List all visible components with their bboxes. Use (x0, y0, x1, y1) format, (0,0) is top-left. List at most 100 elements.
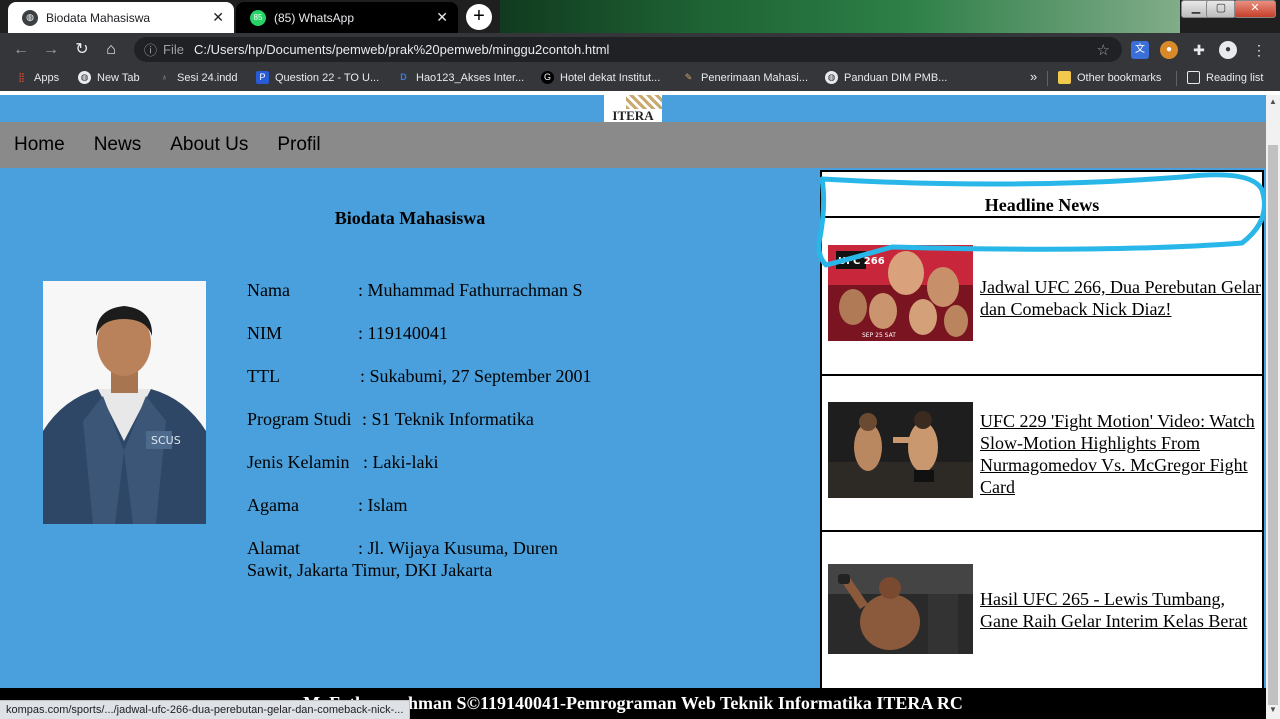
scroll-up-icon[interactable]: ▲ (1269, 97, 1277, 106)
bio-value: : Laki-laki (363, 452, 439, 472)
bookmark-new-tab[interactable]: ◍ New Tab (78, 71, 140, 84)
back-icon[interactable]: ← (10, 39, 32, 61)
bio-label: Nama (247, 280, 290, 300)
bio-value: : 119140041 (358, 323, 448, 343)
tab-biodata[interactable]: ◍ Biodata Mahasiswa ✕ (8, 2, 234, 33)
puzzle-icon[interactable]: ✚ (1190, 41, 1208, 59)
page-scrollbar[interactable]: ▲ ▼ (1266, 95, 1280, 719)
bookmark-hotel[interactable]: G Hotel dekat Institut... (541, 71, 660, 84)
bookmark-hao123[interactable]: D Hao123_Akses Inter... (397, 71, 524, 84)
logo-text: ITERA (612, 108, 654, 122)
extension-icon[interactable]: ● (1160, 41, 1178, 59)
scrollbar-thumb[interactable] (1268, 145, 1278, 705)
d-icon: D (400, 72, 407, 82)
bookmark-panduan[interactable]: ◍ Panduan DIM PMB... (825, 71, 947, 84)
maximize-button[interactable]: ▢ (1206, 0, 1236, 18)
reading-list[interactable]: Reading list (1187, 71, 1263, 84)
svg-text:SCUS: SCUS (151, 434, 181, 447)
scroll-down-icon[interactable]: ▼ (1269, 705, 1277, 714)
bio-label: NIM (247, 323, 282, 343)
bookmark-label: Penerimaan Mahasi... (701, 71, 808, 84)
bio-label: Jenis Kelamin (247, 452, 350, 472)
bio-value: : Islam (358, 495, 408, 515)
folder-icon (1058, 71, 1071, 84)
url-text[interactable]: C:/Users/hp/Documents/pemweb/prak%20pemw… (194, 42, 609, 57)
pin-icon: ♁ (161, 72, 168, 82)
whatsapp-icon: 85 (250, 9, 266, 26)
bookmark-label: Reading list (1206, 71, 1264, 84)
news-item: UFC 229 'Fight Motion' Video: Watch Slow… (822, 376, 1262, 532)
news-thumbnail[interactable] (828, 402, 973, 498)
globe-icon: ◍ (825, 71, 838, 84)
close-window-button[interactable]: ✕ (1234, 0, 1276, 18)
news-link[interactable]: Hasil UFC 265 - Lewis Tumbang, Gane Raih… (980, 588, 1262, 632)
nav-profil[interactable]: Profil (277, 134, 320, 156)
header-banner: ITERA (0, 95, 1266, 122)
nav-about-us[interactable]: About Us (170, 134, 248, 156)
apps-grid-icon: ⣿ (18, 72, 25, 82)
bio-value: : Jl. Wijaya Kusuma, Duren (358, 538, 558, 558)
feather-icon: ✎ (684, 72, 693, 82)
nav-home[interactable]: Home (14, 134, 65, 156)
biodata-title: Biodata Mahasiswa (334, 208, 486, 228)
bookmark-question[interactable]: P Question 22 - TO U... (256, 71, 379, 84)
profile-avatar-icon[interactable]: ● (1219, 41, 1237, 59)
bio-value: : S1 Teknik Informatika (362, 409, 534, 429)
news-item: Hasil UFC 265 - Lewis Tumbang, Gane Raih… (822, 532, 1262, 688)
bookmark-penerimaan[interactable]: ✎ Penerimaan Mahasi... (682, 71, 808, 84)
globe-icon: ◍ (22, 9, 38, 26)
bio-label: Alamat (247, 538, 300, 558)
translate-extension-icon[interactable]: 文 (1131, 41, 1149, 59)
g-icon: G (541, 71, 554, 84)
browser-toolbar: ← → ↻ ⌂ ⓘ File C:/Users/hp/Documents/pem… (0, 33, 1280, 66)
page-viewport: ITERA Home News About Us Profil Biodata … (0, 95, 1266, 719)
address-bar[interactable]: ⓘ File C:/Users/hp/Documents/pemweb/prak… (134, 37, 1122, 62)
forward-icon[interactable]: → (40, 39, 62, 61)
bookmark-label: Hao123_Akses Inter... (416, 71, 525, 84)
close-tab-icon[interactable]: ✕ (212, 9, 224, 26)
site-navbar: Home News About Us Profil (0, 122, 1266, 168)
bookmark-label: Apps (34, 71, 60, 84)
news-link[interactable]: Jadwal UFC 266, Dua Perebutan Gelar dan … (980, 276, 1262, 320)
tab-title: (85) WhatsApp (274, 10, 355, 25)
headline-news-panel: Headline News UFC 266 SEP 25 SAT Jadwal … (820, 170, 1264, 690)
new-tab-button[interactable]: + (466, 4, 492, 30)
reload-icon[interactable]: ↻ (71, 39, 93, 61)
other-bookmarks[interactable]: Other bookmarks (1058, 71, 1161, 84)
bookmark-label: Hotel dekat Institut... (560, 71, 661, 84)
bookmark-label: Question 22 - TO U... (275, 71, 380, 84)
bookmarks-bar: ⣿ Apps ◍ New Tab ♁ Sesi 24.indd P Question 2… (0, 66, 1280, 91)
file-label: File (163, 42, 184, 57)
bookmark-apps[interactable]: ⣿ Apps (15, 71, 59, 84)
bio-label: TTL (247, 366, 280, 386)
bio-value-cont: Sawit, Jakarta Timur, DKI Jakarta (247, 560, 493, 580)
more-bookmarks-button[interactable]: » (1030, 69, 1037, 84)
menu-icon[interactable]: ⋮ (1250, 41, 1268, 59)
home-icon[interactable]: ⌂ (100, 39, 122, 61)
separator (1047, 71, 1048, 86)
close-tab-icon[interactable]: ✕ (436, 9, 448, 26)
globe-icon: ◍ (78, 71, 91, 84)
thumb-date: SEP 25 SAT (862, 332, 896, 339)
nav-news[interactable]: News (94, 134, 142, 156)
info-icon[interactable]: ⓘ (144, 40, 157, 59)
logo-pattern (626, 95, 662, 109)
tab-whatsapp[interactable]: 85 (85) WhatsApp ✕ (236, 2, 458, 33)
news-thumbnail[interactable] (828, 564, 973, 654)
bio-value: : Muhammad Fathurrachman S (358, 280, 583, 300)
news-item: UFC 266 SEP 25 SAT Jadwal UFC 266, Dua P… (822, 220, 1262, 376)
thumb-badge: UFC 266 (838, 256, 885, 267)
news-thumbnail[interactable]: UFC 266 SEP 25 SAT (828, 245, 973, 341)
student-photo: SCUS (43, 281, 206, 524)
headline-news-title: Headline News (822, 172, 1262, 218)
status-bar-url: kompas.com/sports/.../jadwal-ufc-266-dua… (0, 700, 411, 719)
p-icon: P (256, 71, 269, 84)
tab-strip: ◍ Biodata Mahasiswa ✕ 85 (85) WhatsApp ✕… (0, 0, 1280, 33)
tab-title: Biodata Mahasiswa (46, 10, 151, 25)
theme-background (500, 0, 1180, 33)
bookmark-star-icon[interactable]: ☆ (1097, 41, 1110, 59)
bookmark-label: Sesi 24.indd (177, 71, 238, 84)
news-link[interactable]: UFC 229 'Fight Motion' Video: Watch Slow… (980, 410, 1262, 498)
bookmark-sesi[interactable]: ♁ Sesi 24.indd (158, 71, 238, 84)
bio-label: Agama (247, 495, 299, 515)
